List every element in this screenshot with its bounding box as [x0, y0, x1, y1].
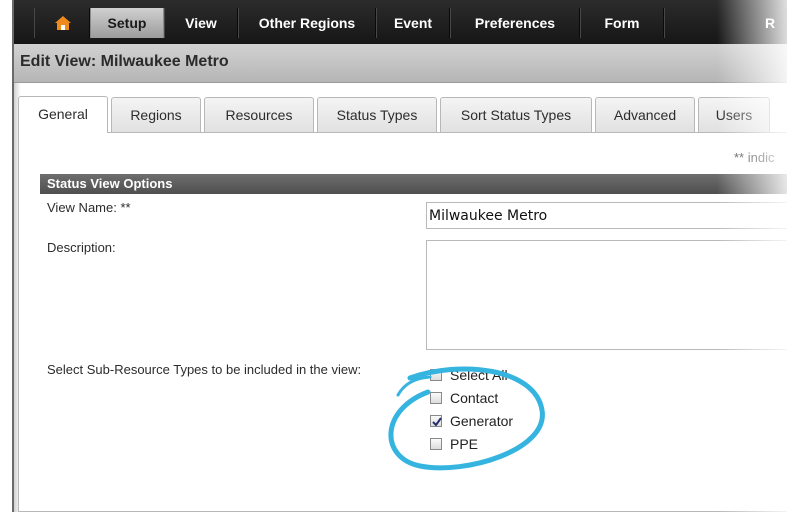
menu-view[interactable]: View — [164, 8, 238, 38]
menu-preferences[interactable]: Preferences — [450, 8, 580, 38]
menu-form[interactable]: Form — [580, 8, 664, 38]
tab-area: General Regions Resources Status Types S… — [18, 88, 787, 512]
home-button[interactable] — [34, 8, 90, 38]
menu-event[interactable]: Event — [376, 8, 450, 38]
generator-checkbox[interactable] — [430, 415, 442, 427]
select-all-checkbox[interactable] — [430, 369, 442, 381]
view-name-input[interactable]: Milwaukee Metro — [426, 202, 787, 229]
generator-label: Generator — [450, 413, 514, 429]
menu-setup[interactable]: Setup — [90, 8, 164, 38]
contact-checkbox[interactable] — [430, 392, 442, 404]
tab-advanced[interactable]: Advanced — [595, 97, 695, 132]
tab-sort-status-types[interactable]: Sort Status Types — [440, 97, 592, 132]
select-all-label: Select All — [450, 367, 508, 383]
ppe-checkbox[interactable] — [430, 438, 442, 450]
page-title: Edit View: Milwaukee Metro — [20, 53, 229, 70]
tab-general[interactable]: General — [18, 96, 108, 133]
tab-users[interactable]: Users — [698, 97, 770, 132]
contact-label: Contact — [450, 390, 499, 406]
section-header: Status View Options — [40, 174, 787, 194]
tab-status-types[interactable]: Status Types — [317, 97, 437, 132]
required-note: ** indic — [734, 150, 775, 165]
left-frame-border — [0, 0, 21, 512]
home-icon — [55, 16, 71, 30]
view-name-label: View Name: ** — [47, 200, 131, 215]
menu-other-regions[interactable]: Other Regions — [238, 8, 376, 38]
page-titlebar: Edit View: Milwaukee Metro — [14, 44, 787, 83]
tab-resources[interactable]: Resources — [204, 97, 314, 132]
description-textarea[interactable] — [426, 240, 787, 350]
tab-regions[interactable]: Regions — [111, 97, 201, 132]
subresource-label: Select Sub-Resource Types to be included… — [47, 362, 362, 377]
ppe-label: PPE — [450, 436, 479, 452]
description-label: Description: — [47, 240, 116, 255]
menu-truncated[interactable]: R — [664, 8, 787, 38]
top-menubar: Setup View Other Regions Event Preferenc… — [14, 0, 787, 44]
checkmark-icon — [432, 417, 442, 427]
